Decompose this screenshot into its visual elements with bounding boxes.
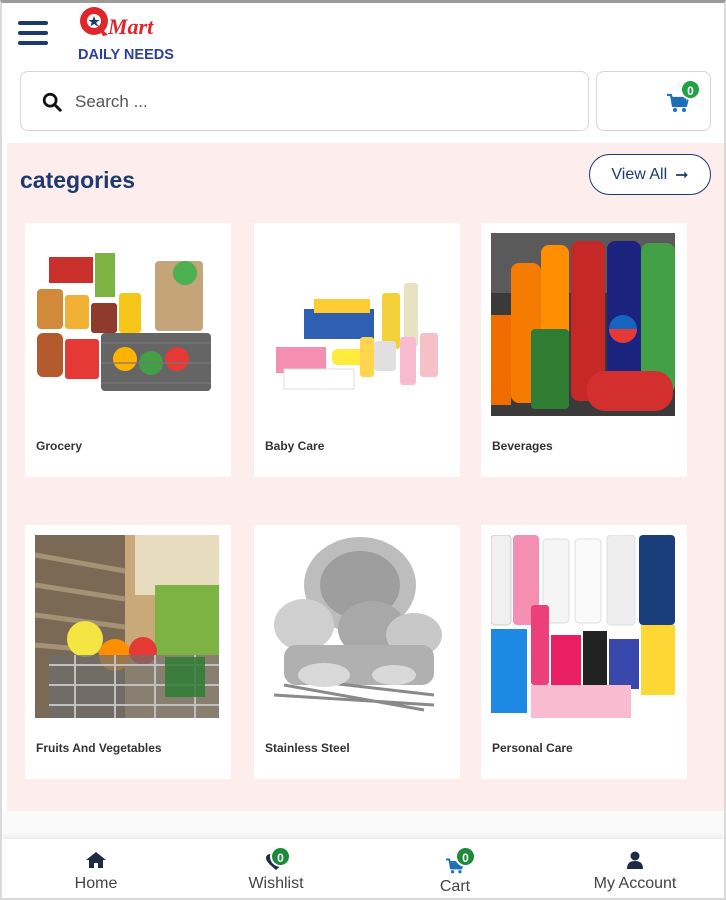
header-cart-count-badge: 0 [680,79,701,100]
nav-cart-label: Cart [439,878,471,895]
beverages-image [491,233,675,416]
header: Mart DAILY NEEDS [2,3,724,69]
nav-cart[interactable]: 0 Cart [375,839,535,898]
category-card-beverages[interactable]: Beverages [481,223,687,477]
category-label: Stainless Steel [265,741,350,755]
arrow-right-icon: ➞ [675,166,689,184]
wishlist-count-badge: 0 [270,846,291,867]
section-title: categories [20,167,136,193]
category-card-stainless-steel[interactable]: Stainless Steel [254,525,460,779]
nav-home-label: Home [74,875,118,892]
bottom-nav: Home 0 Wishlist 0 Cart My Account [2,839,724,898]
nav-home[interactable]: Home [16,839,176,898]
app-frame: Mart DAILY NEEDS 0 categories View All ➞ [0,0,726,900]
categories-section: categories View All ➞ Grocery Baby Care … [7,143,724,811]
user-icon [627,851,643,869]
nav-wishlist[interactable]: 0 Wishlist [196,839,356,898]
header-cart-button[interactable]: 0 [596,71,711,131]
category-label: Baby Care [265,439,325,453]
menu-icon[interactable] [18,21,48,47]
brand-logo[interactable]: Mart DAILY NEEDS [74,5,174,65]
category-label: Beverages [492,439,553,453]
category-card-fruits-and-vegetables[interactable]: Fruits And Vegetables [25,525,231,779]
nav-my-account-label: My Account [593,875,677,892]
brand-name-bottom: DAILY NEEDS [78,47,174,63]
category-card-personal-care[interactable]: Personal Care [481,525,687,779]
grocery-image [35,233,219,416]
category-card-baby-care[interactable]: Baby Care [254,223,460,477]
nav-my-account[interactable]: My Account [555,839,715,898]
baby-care-image [264,233,448,416]
fruits-and-vegetables-image [35,535,219,718]
category-label: Personal Care [492,741,573,755]
content-spacer [2,811,724,839]
search-bar[interactable] [20,71,589,131]
view-all-label: View All [611,165,668,183]
nav-wishlist-label: Wishlist [248,875,304,892]
personal-care-image [491,535,675,718]
search-icon [42,92,62,112]
brand-name-top: Mart [107,14,154,39]
cart-count-badge: 0 [455,846,476,867]
category-label: Grocery [36,439,83,453]
home-icon [86,852,106,868]
category-label: Fruits And Vegetables [36,741,162,755]
view-all-button[interactable]: View All ➞ [589,154,711,195]
stainless-steel-image [264,535,448,718]
category-card-grocery[interactable]: Grocery [25,223,231,477]
search-input[interactable] [75,86,555,118]
